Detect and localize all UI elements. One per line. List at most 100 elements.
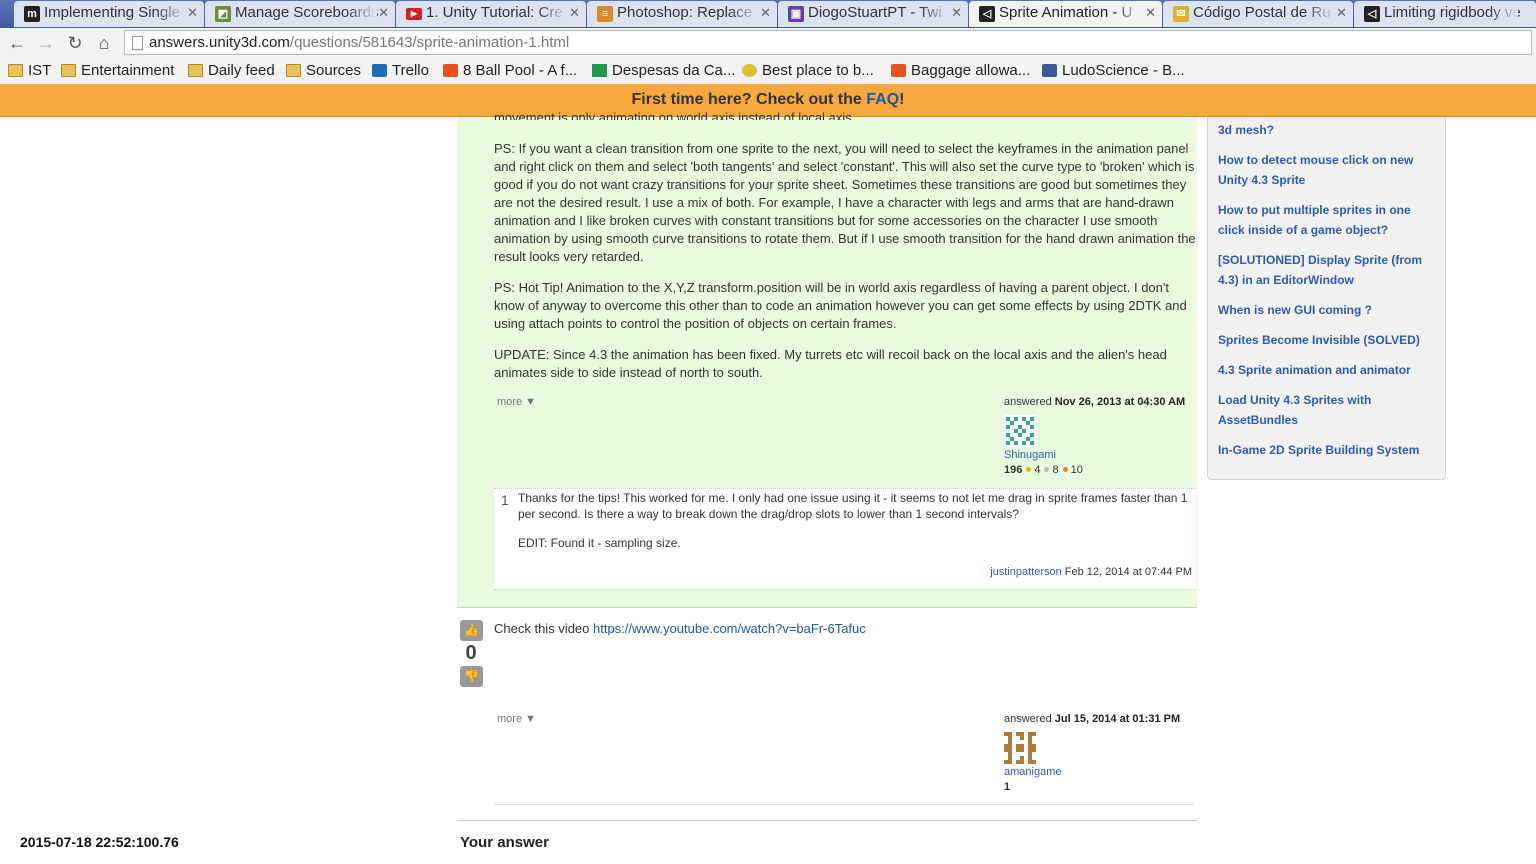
tab-8[interactable]: ◁ Limiting rigidbody ve bbox=[1354, 1, 1536, 27]
tab-5[interactable]: ▣ DiogoStuartPT - Twi ✕ bbox=[778, 1, 968, 27]
play-icon bbox=[443, 64, 458, 77]
youtube-icon: ▶ bbox=[406, 8, 422, 20]
user-reputation: 196 4 8 10 bbox=[1004, 464, 1083, 476]
bookmark-label: Best place to b... bbox=[762, 62, 874, 79]
answered-info: answered Jul 15, 2014 at 01:31 PM bbox=[1004, 713, 1181, 725]
related-question-link[interactable]: [SOLUTIONED] Display Sprite (from 4.3) i… bbox=[1218, 250, 1440, 290]
bookmark-trello[interactable]: Trello bbox=[372, 60, 429, 82]
scoreboard-icon: ◩ bbox=[215, 6, 231, 22]
close-icon[interactable]: ✕ bbox=[760, 1, 771, 25]
faq-banner-tail: ! bbox=[899, 91, 905, 108]
folder-icon bbox=[286, 64, 301, 77]
comment-user-link[interactable]: justinpatterson bbox=[990, 566, 1062, 578]
answer-paragraph: UPDATE: Since 4.3 the animation has been… bbox=[494, 347, 1167, 380]
medium-m-icon: m bbox=[24, 6, 40, 22]
bookmark-label: Trello bbox=[392, 62, 429, 79]
section-divider bbox=[457, 820, 1197, 821]
bookmark-ist[interactable]: IST bbox=[8, 60, 51, 82]
comment-vote-count: 1 bbox=[501, 492, 509, 508]
url-host: answers.unity3d.com bbox=[149, 34, 290, 51]
tab-title: Sprite Animation - U bbox=[999, 4, 1133, 21]
timestamp-overlay: 2015-07-18 22:52:100.76 bbox=[20, 834, 179, 850]
folder-icon bbox=[8, 64, 23, 77]
site-icon bbox=[891, 64, 906, 77]
close-icon[interactable]: ✕ bbox=[1336, 1, 1347, 25]
close-icon[interactable]: ✕ bbox=[951, 1, 962, 25]
related-question-link[interactable]: How to put multiple sprites in one click… bbox=[1218, 200, 1440, 240]
answer-clipped-line: movement is only animating on world axis… bbox=[494, 110, 856, 120]
folder-icon bbox=[61, 64, 76, 77]
user-name-link[interactable]: amanigame bbox=[1004, 766, 1061, 778]
unity-icon: ◁ bbox=[979, 6, 995, 22]
forward-arrow-icon[interactable]: → bbox=[34, 31, 58, 55]
tab-4[interactable]: ≡ Photoshop: Replace ✕ bbox=[587, 1, 777, 27]
comment-text: EDIT: Found it - sampling size. bbox=[518, 536, 681, 550]
answer-paragraph: PS: If you want a clean transition from … bbox=[494, 141, 1196, 264]
related-question-link[interactable]: Sprites Become Invisible (SOLVED) bbox=[1218, 330, 1440, 350]
related-question-link[interactable]: How to detect mouse click on new Unity 4… bbox=[1218, 150, 1440, 190]
close-icon[interactable]: ✕ bbox=[1145, 1, 1156, 25]
close-icon[interactable]: ✕ bbox=[378, 1, 389, 25]
sheets-icon bbox=[592, 64, 607, 77]
bookmark-ludoscience[interactable]: LudoScience - B... bbox=[1042, 60, 1185, 82]
faq-link[interactable]: FAQ bbox=[866, 91, 899, 108]
home-icon[interactable]: ⌂ bbox=[92, 31, 116, 55]
user-name-link[interactable]: Shinugami bbox=[1004, 449, 1056, 461]
bookmark-label: 8 Ball Pool - A f... bbox=[463, 62, 578, 79]
comment-meta: justinpatterson Feb 12, 2014 at 07:44 PM bbox=[990, 566, 1192, 578]
bookmark-label: Entertainment bbox=[81, 62, 175, 79]
bookmark-label: LudoScience - B... bbox=[1062, 62, 1185, 79]
tab-2[interactable]: ◩ Manage Scoreboards ✕ bbox=[205, 1, 395, 27]
tab-6-active[interactable]: ◁ Sprite Animation - U ✕ bbox=[969, 1, 1162, 27]
back-arrow-icon[interactable]: ← bbox=[5, 31, 29, 55]
folder-icon bbox=[188, 64, 203, 77]
bookmark-label: Sources bbox=[306, 62, 362, 79]
user-avatar[interactable] bbox=[1004, 415, 1036, 447]
close-icon[interactable]: ✕ bbox=[187, 1, 198, 25]
bookmark-8-ball-pool[interactable]: 8 Ball Pool - A f... bbox=[443, 60, 577, 82]
tab-strip: m Implementing Single ✕ ◩ Manage Scorebo… bbox=[0, 0, 1536, 28]
page-icon bbox=[132, 36, 143, 50]
address-bar[interactable]: answers.unity3d.com/questions/581643/spr… bbox=[124, 30, 1532, 55]
bookmark-icon: ✉ bbox=[1173, 6, 1189, 22]
bookmark-label: Despesas da Ca... bbox=[612, 62, 736, 79]
reload-icon[interactable]: ↻ bbox=[63, 31, 87, 55]
thumbs-down-icon: 👎 bbox=[464, 669, 479, 683]
related-question-link[interactable]: In-Game 2D Sprite Building System bbox=[1218, 440, 1440, 460]
user-avatar[interactable] bbox=[1004, 732, 1036, 764]
related-question-link[interactable]: 4.3 Sprite animation and animator bbox=[1218, 360, 1440, 380]
related-question-link[interactable]: Load Unity 4.3 Sprites with AssetBundles bbox=[1218, 390, 1440, 430]
faq-banner-text: First time here? Check out the bbox=[631, 91, 867, 108]
facebook-icon bbox=[1042, 64, 1057, 77]
vote-count: 0 bbox=[465, 642, 477, 664]
your-answer-heading: Your answer bbox=[460, 834, 549, 851]
bookmark-label: IST bbox=[28, 62, 52, 79]
answer-paragraph: PS: Hot Tip! Animation to the X,Y,Z tran… bbox=[494, 280, 1187, 331]
bronze-badge-icon bbox=[1062, 467, 1068, 473]
tab-1[interactable]: m Implementing Single ✕ bbox=[14, 1, 204, 27]
answered-info: answered Nov 26, 2013 at 04:30 AM bbox=[1004, 396, 1186, 408]
answer-divider bbox=[494, 804, 1194, 805]
tab-3[interactable]: ▶ 1. Unity Tutorial: Cre ✕ bbox=[396, 1, 586, 27]
bookmark-sources[interactable]: Sources bbox=[286, 60, 361, 82]
bookmark-entertainment[interactable]: Entertainment bbox=[61, 60, 174, 82]
related-question-link[interactable]: When is new GUI coming ? bbox=[1218, 300, 1440, 320]
more-menu[interactable]: more ▼ bbox=[497, 396, 536, 408]
bookmark-baggage[interactable]: Baggage allowa... bbox=[891, 60, 1030, 82]
unity-icon: ◁ bbox=[1364, 6, 1380, 22]
vote-up-button[interactable]: 👍 bbox=[460, 620, 483, 641]
bookmark-daily-feed[interactable]: Daily feed bbox=[188, 60, 275, 82]
close-icon[interactable]: ✕ bbox=[569, 1, 580, 25]
stackexchange-icon: ≡ bbox=[597, 6, 613, 22]
gold-badge-icon bbox=[1026, 467, 1032, 473]
related-question-link[interactable]: 3d mesh? bbox=[1218, 120, 1440, 140]
tab-7[interactable]: ✉ Código Postal de Ru ✕ bbox=[1163, 1, 1353, 27]
bookmarks-bar: IST Entertainment Daily feed Sources Tre… bbox=[0, 58, 1536, 85]
bookmark-label: Baggage allowa... bbox=[911, 62, 1031, 79]
vote-down-button[interactable]: 👎 bbox=[460, 666, 483, 687]
bookmark-despesas[interactable]: Despesas da Ca... bbox=[592, 60, 735, 82]
user-reputation: 1 bbox=[1004, 781, 1011, 793]
more-menu[interactable]: more ▼ bbox=[497, 713, 536, 725]
video-link[interactable]: https://www.youtube.com/watch?v=baFr-6Ta… bbox=[593, 621, 866, 636]
bookmark-best-place[interactable]: Best place to b... bbox=[742, 60, 874, 82]
